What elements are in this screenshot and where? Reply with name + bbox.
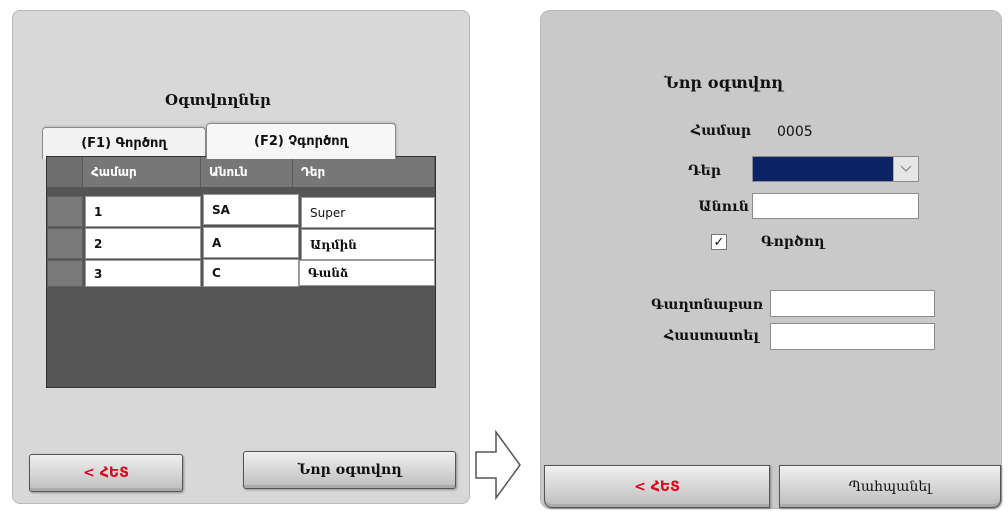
- save-button[interactable]: Պահպանել: [779, 465, 1001, 508]
- table-cell-role[interactable]: Գանձ: [299, 260, 435, 286]
- tab-inactive-users[interactable]: (F2) Չգործող: [206, 123, 396, 159]
- table-cell-name[interactable]: C: [203, 259, 299, 287]
- role-select[interactable]: [752, 156, 919, 182]
- password-label: Գաղտնաբառ: [651, 297, 763, 313]
- active-label: Գործող: [761, 234, 825, 250]
- table-cell-name[interactable]: SA: [203, 194, 299, 225]
- users-title: Օգտվողներ: [165, 91, 271, 109]
- back-button[interactable]: < ՀԵՏ: [544, 465, 770, 508]
- back-button[interactable]: < ՀԵՏ: [29, 454, 183, 492]
- row-selector[interactable]: [47, 260, 83, 287]
- tab-active-users[interactable]: (F1) Գործող: [42, 127, 206, 159]
- column-header-role[interactable]: Դեր: [293, 157, 435, 187]
- password-input[interactable]: [770, 290, 935, 317]
- confirm-password-input[interactable]: [770, 323, 935, 350]
- column-header-number[interactable]: Համար: [83, 157, 201, 187]
- users-list-panel: Օգտվողներ (F1) Գործող (F2) Չգործող Համար…: [12, 10, 470, 504]
- row-selector[interactable]: [47, 228, 83, 259]
- table-cell-number[interactable]: 1: [85, 196, 201, 227]
- confirm-password-label: Հաստատել: [664, 328, 759, 344]
- new-user-title: Նոր օգտվող: [664, 73, 783, 92]
- column-header-name[interactable]: Անուն: [201, 157, 293, 187]
- row-selector[interactable]: [47, 196, 83, 227]
- number-label: Համար: [690, 123, 751, 139]
- table-cell-role[interactable]: Super: [301, 197, 435, 228]
- table-cell-number[interactable]: 3: [85, 260, 201, 287]
- new-user-panel: Նոր օգտվող Համար 0005 Դեր Անուն ✓ Գործող…: [540, 10, 1002, 509]
- users-grid: Համար Անուն Դեր 1 SA Super 2 A Ադմին 3 C…: [46, 156, 436, 388]
- active-checkbox[interactable]: ✓: [711, 234, 727, 250]
- table-cell-name[interactable]: A: [203, 227, 299, 258]
- table-cell-number[interactable]: 2: [85, 228, 201, 259]
- chevron-down-icon[interactable]: [893, 157, 918, 181]
- name-label: Անուն: [698, 199, 749, 215]
- table-cell-role[interactable]: Ադմին: [301, 229, 435, 260]
- new-user-button[interactable]: Նոր օգտվող: [243, 451, 456, 489]
- role-label: Դեր: [687, 163, 721, 179]
- grid-corner: [47, 157, 83, 187]
- number-value: 0005: [777, 124, 813, 140]
- arrow-right-icon: [475, 430, 521, 500]
- name-input[interactable]: [752, 193, 919, 219]
